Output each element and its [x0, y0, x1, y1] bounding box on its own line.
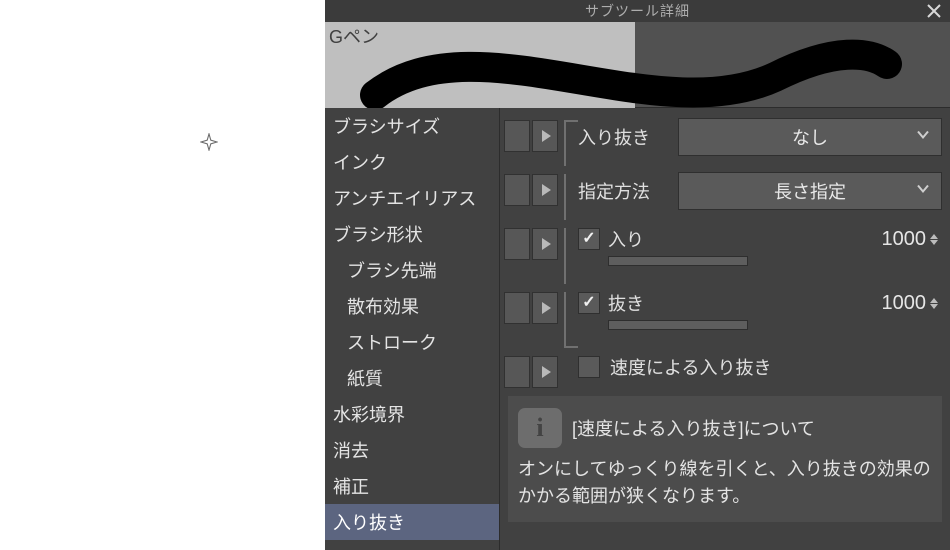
brush-preview[interactable]: Gペン: [325, 22, 950, 108]
info-box: i [速度による入り抜き]について オンにしてゆっくり線を引くと、入り抜きの効果…: [508, 396, 942, 522]
iri-checkbox[interactable]: [578, 228, 600, 250]
sidebar-item-2[interactable]: アンチエイリアス: [325, 180, 499, 216]
method-dropdown-value: 長さ指定: [774, 178, 846, 204]
sidebar-item-6[interactable]: ストローク: [325, 324, 499, 360]
category-sidebar: ブラシサイズインクアンチエイリアスブラシ形状ブラシ先端散布効果ストローク紙質水彩…: [325, 108, 500, 550]
nuki-label: 抜き: [608, 290, 874, 316]
sidebar-item-5[interactable]: 散布効果: [325, 288, 499, 324]
sidebar-item-3[interactable]: ブラシ形状: [325, 216, 499, 252]
method-label: 指定方法: [578, 178, 668, 204]
setting-row-iri: 入り 1000: [500, 220, 950, 284]
expand-toggle[interactable]: [532, 356, 558, 388]
nuki-slider[interactable]: [608, 320, 748, 330]
indicator-toggle[interactable]: [504, 228, 530, 260]
expand-toggle[interactable]: [532, 174, 558, 206]
info-icon: i: [518, 408, 562, 448]
inout-label: 入り抜き: [578, 124, 668, 150]
sidebar-item-10[interactable]: 補正: [325, 468, 499, 504]
info-body: オンにしてゆっくり線を引くと、入り抜きの効果のかかる範囲が狭くなります。: [518, 456, 932, 510]
method-dropdown[interactable]: 長さ指定: [678, 172, 942, 210]
iri-value-spinner[interactable]: 1000: [882, 228, 939, 251]
speed-checkbox[interactable]: [578, 356, 600, 378]
brush-cursor-icon: [200, 133, 218, 151]
sidebar-item-11[interactable]: 入り抜き: [325, 504, 499, 540]
brush-name: Gペン: [329, 23, 379, 49]
setting-row-nuki: 抜き 1000: [500, 284, 950, 348]
spinner-arrows-icon[interactable]: [930, 298, 938, 309]
sidebar-item-9[interactable]: 消去: [325, 432, 499, 468]
chevron-down-icon: [915, 181, 931, 202]
canvas-area[interactable]: [0, 0, 325, 550]
settings-column: 入り抜き なし 指定方法: [500, 108, 950, 550]
panel-title: サブツール詳細: [585, 1, 690, 21]
close-icon: [925, 2, 943, 20]
expand-toggle[interactable]: [532, 228, 558, 260]
speed-label: 速度による入り抜き: [610, 354, 942, 380]
sidebar-item-8[interactable]: 水彩境界: [325, 396, 499, 432]
setting-row-inout: 入り抜き なし: [500, 112, 950, 166]
nuki-value: 1000: [882, 292, 927, 315]
sidebar-item-4[interactable]: ブラシ先端: [325, 252, 499, 288]
info-title: [速度による入り抜き]について: [572, 415, 815, 441]
nuki-checkbox[interactable]: [578, 292, 600, 314]
expand-toggle[interactable]: [532, 292, 558, 324]
brush-stroke-icon: [325, 22, 950, 108]
indicator-toggle[interactable]: [504, 174, 530, 206]
indicator-toggle[interactable]: [504, 292, 530, 324]
expand-toggle[interactable]: [532, 120, 558, 152]
setting-row-method: 指定方法 長さ指定: [500, 166, 950, 220]
iri-value: 1000: [882, 228, 927, 251]
sidebar-item-1[interactable]: インク: [325, 144, 499, 180]
sidebar-item-7[interactable]: 紙質: [325, 360, 499, 396]
panel-header: サブツール詳細: [325, 0, 950, 22]
nuki-value-spinner[interactable]: 1000: [882, 292, 939, 315]
close-button[interactable]: [922, 0, 946, 23]
sidebar-item-0[interactable]: ブラシサイズ: [325, 108, 499, 144]
indicator-toggle[interactable]: [504, 356, 530, 388]
setting-row-speed: 速度による入り抜き: [500, 348, 950, 392]
spinner-arrows-icon[interactable]: [930, 234, 938, 245]
chevron-down-icon: [915, 127, 931, 148]
iri-slider[interactable]: [608, 256, 748, 266]
inout-dropdown[interactable]: なし: [678, 118, 942, 156]
indicator-toggle[interactable]: [504, 120, 530, 152]
inout-dropdown-value: なし: [792, 124, 828, 150]
iri-label: 入り: [608, 226, 874, 252]
subtool-detail-panel: サブツール詳細 Gペン ブラシサイズインクアンチエイリアスブラシ形状ブラシ先端散…: [325, 0, 950, 550]
